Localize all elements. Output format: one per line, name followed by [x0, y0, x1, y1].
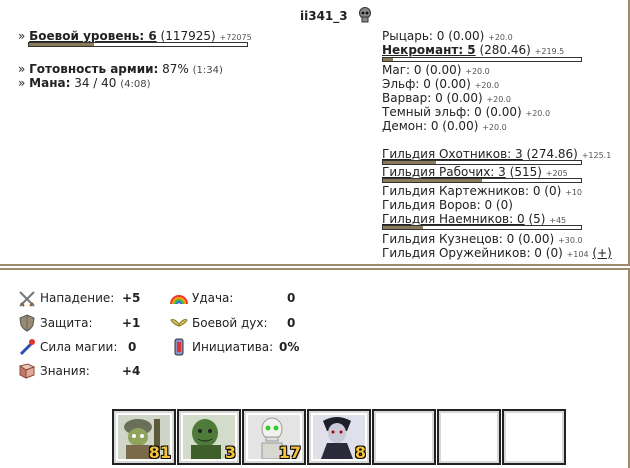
necromancer-skull-icon: [359, 7, 371, 23]
combat-level-link[interactable]: Боевой уровень: 6: [29, 29, 157, 43]
army-slot-7[interactable]: [502, 409, 566, 465]
initiative-value: 0%: [279, 340, 300, 354]
combat-level-gain: +72075: [219, 33, 252, 42]
shield-icon: [19, 314, 35, 332]
faction-demon: Демон: 0 (0.00) +20.0: [382, 119, 507, 133]
defense-value: +1: [122, 316, 141, 330]
mana-time: (4:08): [120, 79, 151, 90]
mana-label: Мана:: [29, 76, 71, 90]
crossed-swords-icon: [19, 291, 35, 307]
wings-morale-icon: [170, 319, 188, 327]
book-icon: [18, 363, 36, 379]
guild-workers-link[interactable]: Гильдия Рабочих: 3: [382, 165, 506, 179]
combat-level-bar: [28, 42, 248, 47]
magic-power-label: Сила магии:: [40, 340, 118, 354]
luck-label: Удача:: [192, 291, 234, 305]
hourglass-initiative-icon: [174, 338, 184, 356]
magic-wand-icon: [19, 339, 35, 356]
morale-value: 0: [287, 316, 296, 330]
faction-necromancer-bar: [382, 57, 582, 62]
combat-level-exp: (117925): [160, 29, 216, 43]
attack-value: +5: [122, 291, 141, 305]
guild-mercenaries-bar: [382, 225, 582, 230]
guild-workers-bar: [382, 178, 582, 183]
initiative-label: Инициатива:: [192, 340, 274, 354]
army-slot-1[interactable]: 81: [112, 409, 176, 465]
guild-mercenaries-bar-fill: [383, 226, 423, 229]
guild-hunters-link[interactable]: Гильдия Охотников: 3: [382, 147, 523, 161]
faction-necromancer-bar-fill: [383, 58, 393, 61]
army-slot-3-count: 17: [278, 443, 301, 462]
rainbow-luck-icon: [170, 295, 188, 305]
army-slot-1-count: 81: [148, 443, 171, 462]
luck-value: 0: [287, 291, 296, 305]
guild-hunters-bar-fill: [383, 161, 437, 164]
gunsmiths-expand-link[interactable]: (+): [592, 246, 611, 260]
player-name[interactable]: ii341_3: [300, 9, 348, 23]
army-slot-4-count: 8: [354, 443, 366, 462]
faction-necromancer-link[interactable]: Некромант: 5: [382, 43, 476, 57]
defense-label: Защита:: [40, 316, 93, 330]
guild-thieves: Гильдия Воров: 0 (0): [382, 198, 513, 212]
guild-gunsmiths: Гильдия Оружейников: 0 (0) +104 (+): [382, 246, 612, 260]
knowledge-value: +4: [122, 364, 141, 378]
guild-workers-bar-fill: [383, 179, 482, 182]
army-slot-6[interactable]: [437, 409, 501, 465]
morale-label: Боевой дух:: [192, 316, 268, 330]
army-slot-5[interactable]: [372, 409, 436, 465]
army-slot-2-count: 3: [224, 443, 236, 462]
army-ready-label: Готовность армии:: [29, 62, 159, 76]
mana-value: 34 / 40: [74, 76, 117, 90]
attack-label: Нападение:: [40, 291, 115, 305]
mana-row: » Мана: 34 / 40 (4:08): [18, 76, 151, 90]
combat-level-bar-fill: [29, 43, 95, 46]
knowledge-label: Знания:: [40, 364, 90, 378]
army-slot-2[interactable]: 3: [177, 409, 241, 465]
army-slot-4[interactable]: 8: [307, 409, 371, 465]
army-ready-time: (1:34): [192, 65, 223, 76]
army-ready-value: 87%: [162, 62, 189, 76]
army-slot-3[interactable]: 17: [242, 409, 306, 465]
magic-power-value: 0: [128, 340, 137, 354]
guild-mercenaries-link[interactable]: Гильдия Наемников: 0: [382, 212, 525, 226]
